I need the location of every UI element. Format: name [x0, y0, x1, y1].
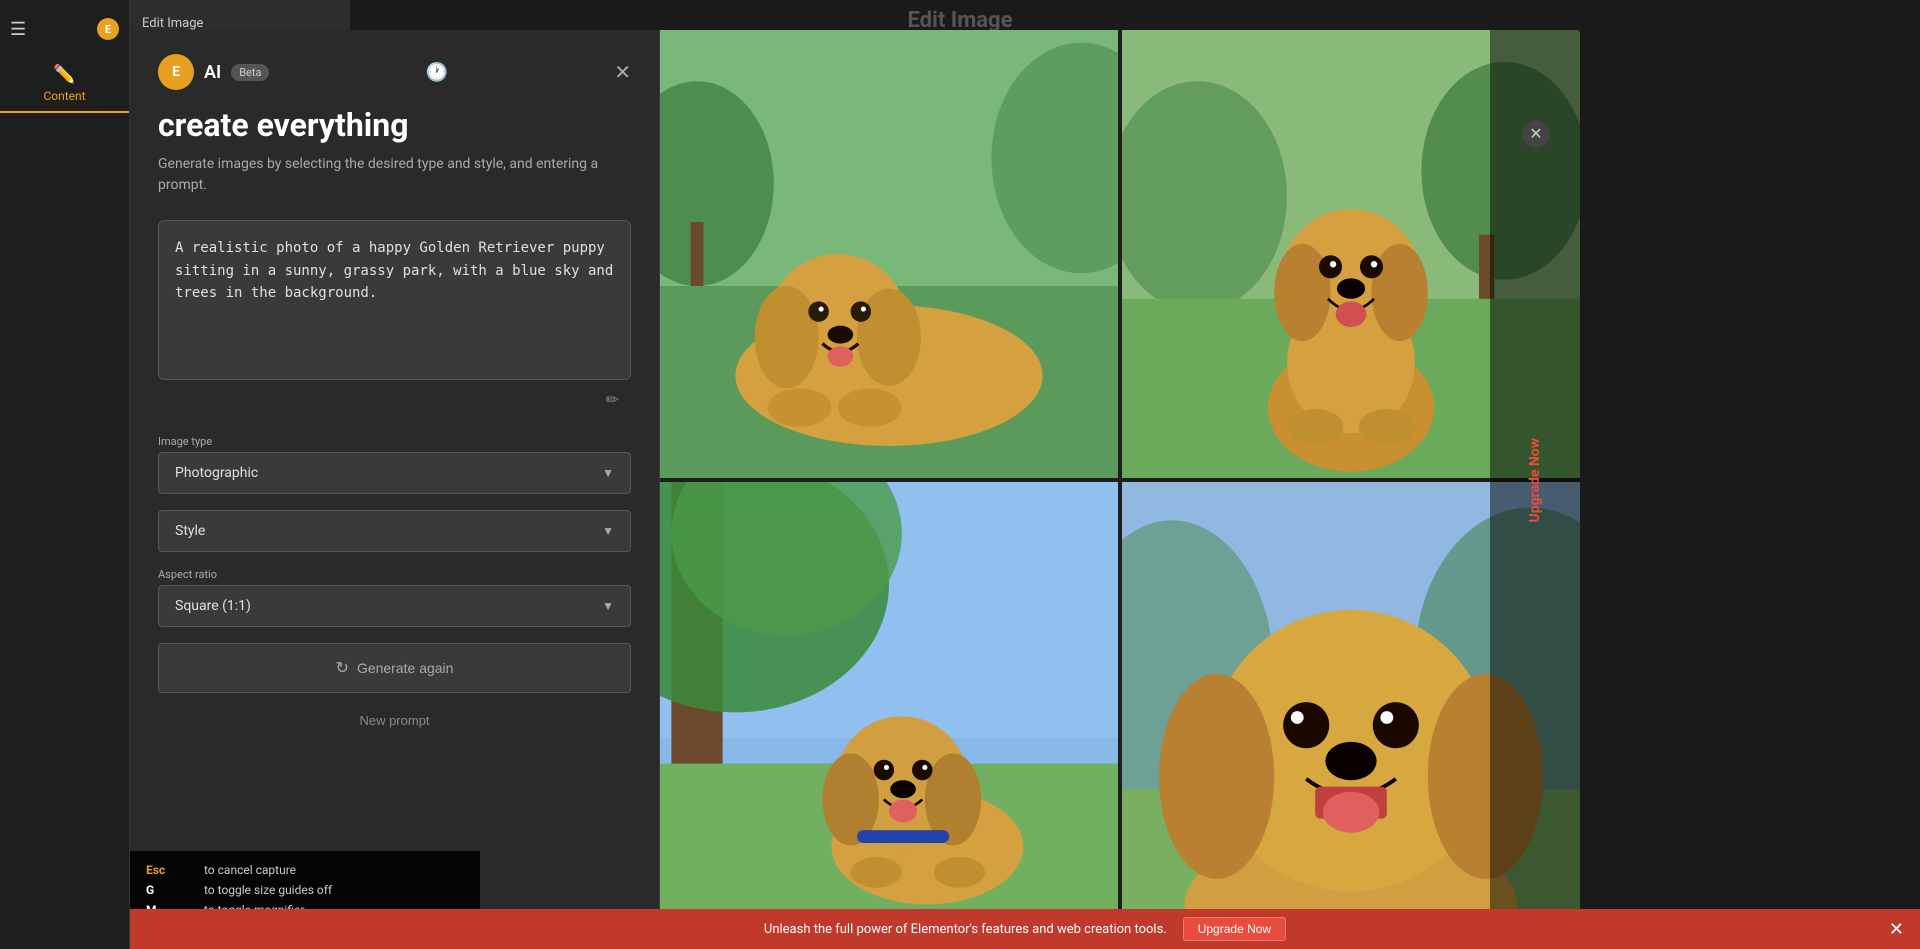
- style-select[interactable]: Style ▼: [158, 510, 631, 552]
- style-label: Style: [175, 523, 205, 539]
- g-key: G: [146, 883, 196, 897]
- modal-title: create everything: [158, 106, 631, 144]
- image-type-label: Image type: [158, 435, 631, 448]
- bottom-bar-text: Unleash the full power of Elementor's fe…: [764, 922, 1167, 937]
- sidebar-content-tab[interactable]: ✏️ Content: [0, 56, 129, 113]
- generate-again-button[interactable]: ↻ Generate again: [158, 643, 631, 693]
- image-type-select[interactable]: Photographic ▼: [158, 452, 631, 494]
- modal-header: E AI Beta 🕐 ✕: [158, 54, 631, 90]
- image-type-value: Photographic: [175, 465, 258, 481]
- modal-image-grid: Upgrade Now: [660, 30, 1580, 930]
- esc-key: Esc: [146, 863, 196, 877]
- g-action: to toggle size guides off: [204, 883, 332, 897]
- close-icon: ✕: [1529, 124, 1542, 144]
- modal-subtitle: Generate images by selecting the desired…: [158, 154, 631, 196]
- bottom-close-icon: ✕: [1889, 919, 1904, 939]
- aspect-ratio-field: Aspect ratio Square (1:1) ▼: [158, 568, 631, 627]
- g-shortcut: G to toggle size guides off: [146, 883, 464, 897]
- modal-left-panel: E AI Beta 🕐 ✕ create everything Generate…: [130, 30, 660, 930]
- bottom-close-button[interactable]: ✕: [1889, 919, 1904, 940]
- generated-image-3[interactable]: [660, 482, 1118, 930]
- content-tab-label: Content: [43, 89, 85, 103]
- chevron-down-icon: ▼: [602, 466, 614, 480]
- aspect-ratio-select[interactable]: Square (1:1) ▼: [158, 585, 631, 627]
- new-prompt-label: New prompt: [359, 713, 429, 728]
- refresh-icon: ↻: [336, 658, 349, 678]
- outer-close-button[interactable]: ✕: [1522, 120, 1550, 148]
- ai-label: AI: [204, 62, 221, 83]
- beta-badge: Beta: [231, 64, 269, 81]
- aspect-ratio-label: Aspect ratio: [158, 568, 631, 581]
- generate-btn-label: Generate again: [357, 660, 454, 676]
- generated-image-1[interactable]: [660, 30, 1118, 478]
- history-button[interactable]: 🕐: [426, 62, 448, 83]
- upgrade-now-button[interactable]: Upgrade Now: [1183, 917, 1286, 941]
- image-type-field: Image type Photographic ▼: [158, 435, 631, 494]
- hamburger-icon[interactable]: ☰: [10, 19, 26, 40]
- esc-action: to cancel capture: [204, 863, 296, 877]
- elementor-badge: E: [158, 54, 194, 90]
- upgrade-btn-label: Upgrade Now: [1198, 922, 1271, 936]
- style-chevron-icon: ▼: [602, 524, 614, 538]
- upgrade-overlay: Upgrade Now: [1490, 30, 1580, 930]
- style-field: Style ▼: [158, 510, 631, 552]
- new-prompt-button[interactable]: New prompt: [158, 705, 631, 736]
- esc-shortcut: Esc to cancel capture: [146, 863, 464, 877]
- bottom-upgrade-bar: Unleash the full power of Elementor's fe…: [130, 909, 1920, 949]
- elementor-logo: E: [97, 18, 119, 40]
- aspect-ratio-value: Square (1:1): [175, 598, 251, 614]
- sidebar: ☰ E ✏️ Content: [0, 0, 130, 949]
- prompt-textarea[interactable]: A realistic photo of a happy Golden Retr…: [158, 220, 631, 380]
- pencil-icon: ✏️: [53, 64, 75, 85]
- ai-modal: E AI Beta 🕐 ✕ create everything Generate…: [130, 30, 1580, 930]
- upgrade-overlay-text: Upgrade Now: [1527, 438, 1543, 522]
- edit-wand-icon: ✏: [158, 384, 631, 415]
- modal-close-button[interactable]: ✕: [614, 60, 631, 85]
- aspect-ratio-chevron-icon: ▼: [602, 599, 614, 613]
